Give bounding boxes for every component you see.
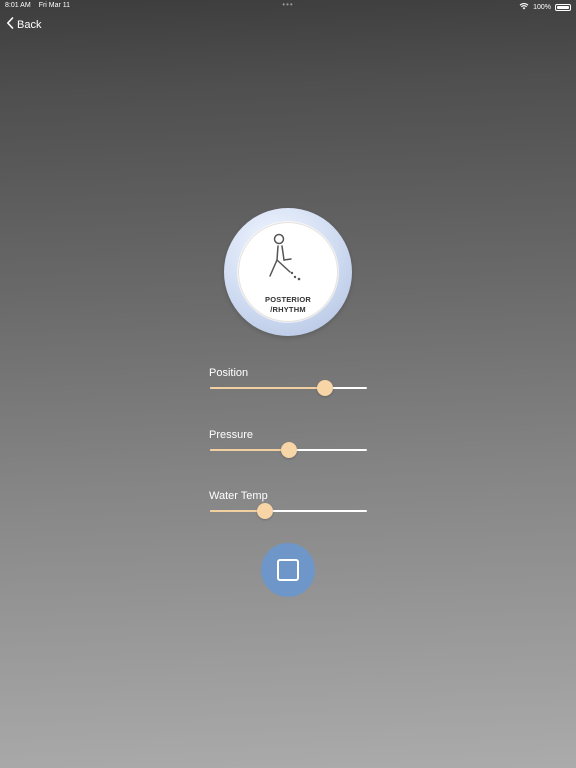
status-time: 8:01 AM [5, 2, 31, 9]
position-slider-fill [210, 387, 325, 389]
status-left: 8:01 AM Fri Mar 11 [5, 2, 70, 9]
position-slider-thumb[interactable] [316, 380, 333, 396]
status-right: 100% [519, 2, 571, 12]
position-slider-group: Position [209, 367, 367, 396]
chevron-left-icon [6, 17, 14, 32]
water-temp-slider-group: Water Temp [209, 490, 367, 519]
back-button[interactable]: Back [6, 17, 41, 32]
mode-dial-face: POSTERIOR /RHYTHM [238, 222, 338, 322]
water-temp-slider[interactable] [210, 503, 367, 519]
mode-label-line2: /RHYTHM [270, 305, 306, 314]
position-slider[interactable] [210, 380, 367, 396]
pressure-slider-group: Pressure [209, 429, 367, 458]
pressure-slider[interactable] [210, 442, 367, 458]
battery-percent: 100% [533, 3, 551, 11]
position-label: Position [209, 367, 249, 379]
mode-label-line1: POSTERIOR [265, 295, 311, 304]
status-bar: 8:01 AM Fri Mar 11 ••• 100% [0, 0, 576, 12]
pressure-label: Pressure [209, 429, 254, 441]
pressure-slider-fill [210, 449, 289, 451]
water-temp-label: Water Temp [209, 490, 268, 502]
multitasking-dots[interactable]: ••• [282, 0, 293, 9]
seated-person-spray-icon [268, 232, 308, 293]
battery-icon [555, 3, 571, 11]
stop-button[interactable] [261, 543, 315, 597]
wifi-icon [519, 2, 529, 12]
back-label: Back [17, 18, 42, 31]
pressure-slider-thumb[interactable] [280, 442, 297, 458]
stop-icon [277, 559, 299, 581]
mode-dial[interactable]: POSTERIOR /RHYTHM [224, 208, 352, 336]
status-date: Fri Mar 11 [38, 2, 71, 9]
water-temp-slider-thumb[interactable] [256, 503, 273, 519]
